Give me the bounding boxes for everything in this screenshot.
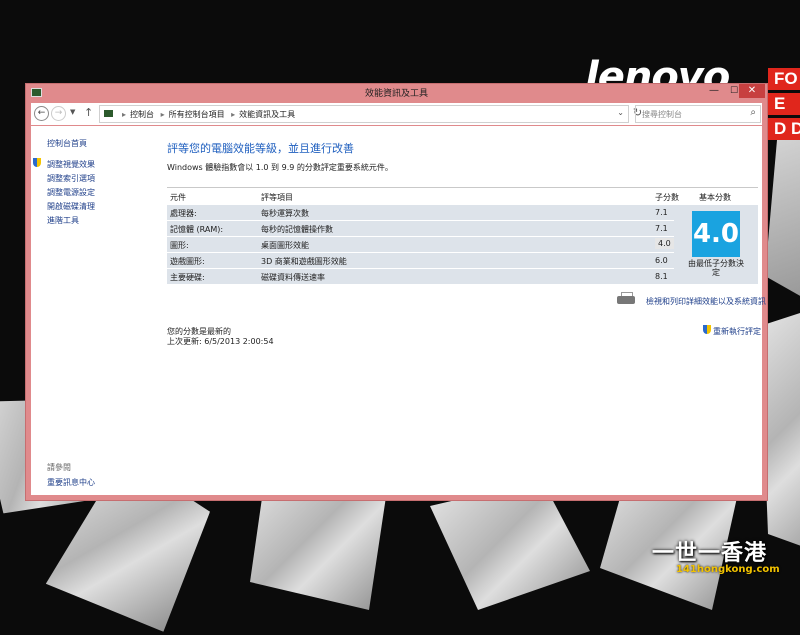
component-name: 記憶體 (RAM): [170, 225, 224, 234]
title-bar[interactable]: 效能資訊及工具 — ☐ ✕ [26, 84, 767, 101]
see-also-label: 請參閱 [47, 463, 71, 472]
column-header: 子分數 [655, 193, 679, 202]
page-description: Windows 體驗指數會以 1.0 到 9.9 的分數評定重要系統元件。 [167, 163, 393, 172]
sidebar-item-power[interactable]: 調整電源設定 [47, 187, 95, 198]
page-title: 評等您的電腦效能等級，並且進行改善 [167, 142, 354, 155]
window-title: 效能資訊及工具 [364, 89, 428, 99]
shield-icon [33, 158, 41, 167]
component-name: 圖形: [170, 241, 189, 250]
address-toolbar: ← → ▼ ↑ ▸ 控制台 ▸ 所有控制台項目 ▸ 效能資訊及工具 ⌄ ↻ 搜尋控制台… [31, 103, 762, 125]
subscore: 7.1 [655, 224, 668, 233]
rating-item: 磁碟資料傳送速率 [261, 273, 325, 282]
subscore: 6.0 [655, 256, 668, 265]
score-table: 元件 評等項目 子分數 基本分數 處理器: 每秒運算次數 7.1 記憶體 (RA… [167, 187, 758, 284]
printer-icon [617, 292, 635, 304]
breadcrumb-item[interactable]: 所有控制台項目 [169, 110, 225, 119]
table-header: 元件 評等項目 子分數 基本分數 [167, 187, 758, 204]
back-button[interactable]: ← [34, 106, 49, 121]
main-panel: 評等您的電腦效能等級，並且進行改善 Windows 體驗指數會以 1.0 到 9… [167, 126, 766, 495]
component-name: 主要硬碟: [170, 273, 205, 282]
sidebar-item-action-center[interactable]: 重要訊息中心 [47, 477, 95, 488]
breadcrumb-item[interactable]: 效能資訊及工具 [239, 110, 295, 119]
rating-item: 每秒運算次數 [261, 209, 309, 218]
component-name: 處理器: [170, 209, 197, 218]
chevron-down-icon[interactable]: ⌄ [617, 108, 624, 117]
table-row: 主要硬碟: 磁碟資料傳送速率 8.1 [167, 268, 758, 284]
search-input[interactable]: 搜尋控制台 [642, 109, 682, 120]
red-text-block: FO [768, 68, 800, 90]
watermark-url: 141hongkong.com [676, 564, 780, 575]
print-details-link[interactable]: 檢視和列印詳細效能以及系統資訊 [646, 296, 766, 307]
content-area: 控制台首頁 調整視覺效果 調整索引選項 調整電源設定 開啟磁碟清理 進階工具 請… [31, 126, 766, 495]
watermark: 一世一香港 141hongkong.com [640, 535, 800, 580]
red-text-block: D DI [768, 118, 800, 140]
rating-item: 桌面圖形效能 [261, 241, 309, 250]
last-updated: 上次更新: 6/5/2013 2:00:54 [167, 337, 274, 346]
table-row: 遊戲圖形: 3D 商業和遊戲圖形效能 6.0 [167, 252, 758, 268]
watermark-text: 一世一香港 [652, 541, 768, 566]
subscore: 8.1 [655, 272, 668, 281]
base-score-caption: 由最低子分數決定 [688, 259, 744, 277]
search-icon[interactable]: ⌕ [750, 107, 756, 118]
close-button[interactable]: ✕ [739, 84, 765, 98]
minimize-button[interactable]: — [704, 84, 724, 98]
rating-item: 每秒的記憶體操作數 [261, 225, 333, 234]
table-row: 記憶體 (RAM): 每秒的記憶體操作數 7.1 [167, 220, 758, 236]
rerun-assessment-link[interactable]: 重新執行評定 [713, 326, 761, 337]
table-row: 處理器: 每秒運算次數 7.1 [167, 204, 758, 220]
sidebar-item-home[interactable]: 控制台首頁 [47, 138, 87, 149]
base-score-tile: 4.0 [692, 211, 740, 257]
shield-icon [703, 325, 711, 334]
control-panel-icon [104, 110, 113, 117]
column-header: 評等項目 [261, 193, 293, 202]
sidebar-item-visual-effects[interactable]: 調整視覺效果 [47, 159, 95, 170]
wallpaper-red-text: FO E D DI [768, 68, 800, 143]
up-arrow-icon[interactable]: ↑ [84, 106, 93, 119]
subscore: 7.1 [655, 208, 668, 217]
column-header: 元件 [170, 193, 186, 202]
search-box[interactable]: 搜尋控制台 ⌕ [635, 105, 761, 123]
rating-item: 3D 商業和遊戲圖形效能 [261, 257, 347, 266]
base-score-panel: 4.0 由最低子分數決定 [674, 208, 758, 283]
performance-window: 效能資訊及工具 — ☐ ✕ ← → ▼ ↑ ▸ 控制台 ▸ 所有控制台項目 ▸ 效能資… [25, 83, 768, 501]
sidebar-item-indexing[interactable]: 調整索引選項 [47, 173, 95, 184]
recent-locations-icon[interactable]: ▼ [70, 108, 75, 116]
breadcrumb-item[interactable]: 控制台 [130, 110, 154, 119]
sidebar: 控制台首頁 調整視覺效果 調整索引選項 調整電源設定 開啟磁碟清理 進階工具 請… [31, 126, 156, 495]
component-name: 遊戲圖形: [170, 257, 205, 266]
breadcrumb: ▸ 控制台 ▸ 所有控制台項目 ▸ 效能資訊及工具 [122, 110, 296, 119]
sidebar-item-advanced-tools[interactable]: 進階工具 [47, 215, 79, 226]
lowest-subscore: 4.0 [655, 238, 674, 249]
wallpaper-crystal [765, 140, 800, 310]
table-row: 圖形: 桌面圖形效能 4.0 [167, 236, 758, 252]
forward-button[interactable]: → [51, 106, 66, 121]
sidebar-item-disk-cleanup[interactable]: 開啟磁碟清理 [47, 201, 95, 212]
column-header: 基本分數 [699, 193, 731, 202]
address-bar[interactable]: ▸ 控制台 ▸ 所有控制台項目 ▸ 效能資訊及工具 ⌄ [99, 105, 629, 123]
red-text-block: E [768, 93, 800, 115]
